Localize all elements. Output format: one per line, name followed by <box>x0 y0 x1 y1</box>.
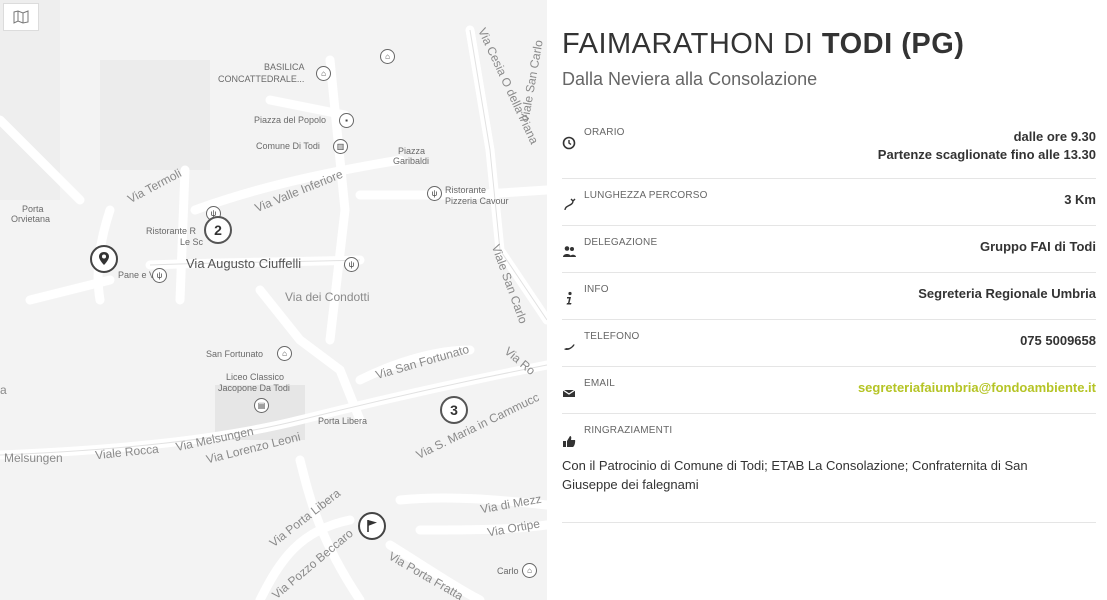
orario-end: Partenze scaglionate fino alle 13.30 <box>877 147 1096 162</box>
school-icon[interactable]: ▤ <box>254 398 269 413</box>
route-marker-3[interactable]: 3 <box>440 396 468 424</box>
church-icon[interactable]: ⌂ <box>380 49 395 64</box>
people-icon <box>563 246 576 257</box>
landmark-icon[interactable]: ▪ <box>339 113 354 128</box>
title-prefix: FAIMARATHON DI <box>562 28 822 60</box>
flag-glyph-icon <box>367 520 377 532</box>
detail-label: INFO <box>584 284 609 295</box>
detail-label: EMAIL <box>584 378 616 389</box>
detail-value: 075 5009658 <box>1020 333 1096 348</box>
thanks-text: Con il Patrocinio di Comune di Todi; ETA… <box>562 458 1028 492</box>
orario-start: dalle ore 9.30 <box>1013 129 1096 144</box>
detail-value: Gruppo FAI di Todi <box>979 239 1096 254</box>
title-location: TODI (PG) <box>821 28 965 60</box>
event-subtitle: Dalla Neviera alla Consolazione <box>562 69 818 89</box>
thumbs-up-icon <box>563 436 576 447</box>
building-icon[interactable]: ▥ <box>333 139 348 154</box>
map-label: Jacopone Da Todi <box>218 383 290 393</box>
detail-row-email: EMAIL segreteriafaiumbria@fondoambiente.… <box>562 367 1096 414</box>
map-label: Porta Libera <box>318 416 368 426</box>
detail-row-delegazione: DELEGAZIONE Gruppo FAI di Todi <box>562 226 1096 273</box>
map-label: Orvietana <box>11 214 51 224</box>
church-icon[interactable]: ⌂ <box>277 346 292 361</box>
detail-row-lunghezza: LUNGHEZZA PERCORSO 3 Km <box>562 179 1096 226</box>
detail-value: dalle ore 9.30 Partenze scaglionate fino… <box>878 128 1096 164</box>
info-icon <box>566 291 572 305</box>
event-panel: FAIMARATHON DI TODI (PG) Dalla Neviera a… <box>562 0 1096 600</box>
map-label: Melsungen <box>4 451 63 465</box>
map-roads <box>0 0 547 600</box>
detail-row-orario: ORARIO dalle ore 9.30 Partenze scagliona… <box>562 116 1096 179</box>
route-icon <box>564 198 576 211</box>
detail-label: RINGRAZIAMENTI <box>584 425 673 436</box>
location-pin-icon[interactable] <box>90 245 118 273</box>
detail-row-info: INFO Segreteria Regionale Umbria <box>562 273 1096 320</box>
detail-value: 3 Km <box>1064 192 1096 207</box>
restaurant-icon[interactable]: ψ <box>344 257 359 272</box>
email-link[interactable]: segreteriafaiumbria@fondoambiente.it <box>858 379 1096 397</box>
phone-icon <box>564 344 575 351</box>
email-icon <box>562 389 576 397</box>
map-label: Liceo Classico <box>226 372 285 382</box>
map-label: Ristorante R <box>146 226 197 236</box>
map-label: Ristorante <box>445 185 487 195</box>
detail-label: LUNGHEZZA PERCORSO <box>584 190 708 201</box>
map-label: Piazza <box>398 146 426 156</box>
finish-flag-icon[interactable] <box>358 512 386 540</box>
detail-row-telefono: TELEFONO 075 5009658 <box>562 320 1096 367</box>
restaurant-icon[interactable]: ψ <box>152 268 167 283</box>
church-icon[interactable]: ⌂ <box>316 66 331 81</box>
map-label: Comune Di Todi <box>256 141 320 151</box>
map-label: Garibaldi <box>393 156 430 166</box>
route-marker-2[interactable]: 2 <box>204 216 232 244</box>
map[interactable]: BASILICA CONCATTEDRALE... ⌂ ⌂ Piazza del… <box>0 0 547 600</box>
restaurant-icon[interactable]: ψ <box>427 186 442 201</box>
map-label: Porta <box>22 204 44 214</box>
clock-icon <box>562 136 576 150</box>
map-label: a <box>0 383 7 397</box>
pin-glyph-icon <box>99 252 109 265</box>
map-label: San Fortunato <box>206 349 264 359</box>
map-toggle-button[interactable] <box>3 3 39 31</box>
map-label: Piazza del Popolo <box>254 115 327 125</box>
map-label: Via dei Condotti <box>285 290 370 304</box>
map-label: Carlo <box>497 566 519 576</box>
map-label: CONCATTEDRALE... <box>218 74 305 84</box>
map-icon <box>13 10 29 24</box>
map-label: Via Augusto Ciuffelli <box>186 256 302 271</box>
detail-value: Segreteria Regionale Umbria <box>918 286 1096 301</box>
event-title: FAIMARATHON DI TODI (PG) <box>562 26 964 62</box>
map-label: BASILICA <box>264 62 305 72</box>
church-icon[interactable]: ⌂ <box>522 563 537 578</box>
detail-label: TELEFONO <box>584 331 640 342</box>
detail-label: ORARIO <box>584 127 625 138</box>
detail-label: DELEGAZIONE <box>584 237 658 248</box>
map-label: Pizzeria Cavour <box>445 196 509 206</box>
map-label: Le Sc <box>180 237 204 247</box>
